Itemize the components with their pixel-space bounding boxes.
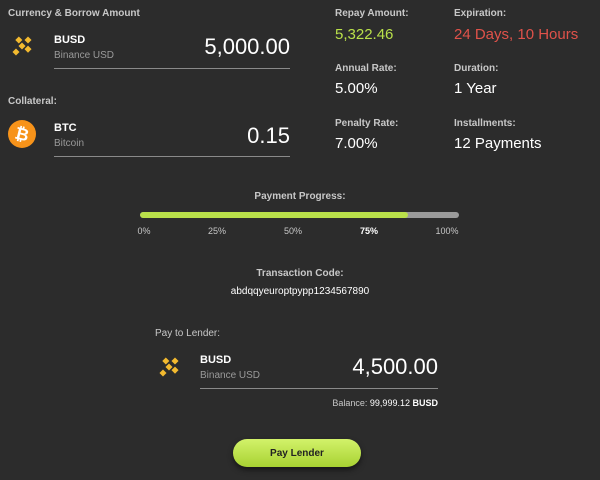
bitcoin-icon: ₿: [8, 120, 36, 148]
progress-tick-25: 25%: [207, 226, 227, 236]
pay-section-label: Pay to Lender:: [155, 328, 221, 339]
transaction-code-label: Transaction Code:: [256, 268, 344, 279]
borrow-coin-name: Binance USD: [54, 50, 115, 61]
repay-amount-label: Repay Amount:: [335, 8, 409, 19]
expiration-value: 24 Days, 10 Hours: [454, 26, 579, 43]
borrow-underline: [54, 68, 290, 69]
borrow-section-label: Currency & Borrow Amount: [8, 8, 140, 19]
penalty-rate-label: Penalty Rate:: [335, 118, 399, 129]
payment-progress-bar: [140, 212, 459, 218]
collateral-coin-symbol: BTC: [54, 122, 77, 134]
installments-value: 12 Payments: [454, 135, 542, 152]
duration-label: Duration:: [454, 63, 499, 74]
pay-amount-input[interactable]: 4,500.00: [288, 354, 438, 380]
collateral-section-label: Collateral:: [8, 96, 57, 107]
installments-label: Installments:: [454, 118, 516, 129]
balance-label: Balance:: [332, 398, 368, 408]
balance-row: Balance: 99,999.12 BUSD: [290, 398, 438, 408]
balance-value: 99,999.12: [369, 398, 410, 408]
collateral-underline: [54, 156, 290, 157]
progress-tick-0: 0%: [137, 226, 151, 236]
busd-icon: [8, 32, 36, 60]
expiration-label: Expiration:: [454, 8, 507, 19]
annual-rate-value: 5.00%: [335, 80, 378, 97]
collateral-coin-name: Bitcoin: [54, 138, 85, 149]
pay-lender-button[interactable]: Pay Lender: [233, 439, 361, 467]
progress-tick-50: 50%: [283, 226, 303, 236]
pay-coin-name: Binance USD: [200, 370, 261, 381]
progress-tick-100: 100%: [435, 226, 459, 236]
borrow-amount: 5,000.00: [204, 34, 290, 59]
balance-unit: BUSD: [412, 398, 438, 408]
pay-underline: [200, 388, 438, 389]
penalty-rate-value: 7.00%: [335, 135, 378, 152]
transaction-code-value: abdqqyeuroptpypp1234567890: [230, 286, 370, 297]
duration-value: 1 Year: [454, 80, 497, 97]
borrow-coin-symbol: BUSD: [54, 34, 86, 46]
busd-icon: [155, 353, 183, 381]
payment-progress-label: Payment Progress:: [254, 191, 346, 202]
progress-tick-75: 75%: [359, 226, 379, 236]
collateral-amount: 0.15: [247, 123, 290, 148]
repay-amount-value: 5,322.46: [335, 26, 394, 43]
pay-coin-symbol: BUSD: [200, 354, 232, 366]
annual-rate-label: Annual Rate:: [335, 63, 397, 74]
payment-progress-fill: [140, 212, 408, 218]
